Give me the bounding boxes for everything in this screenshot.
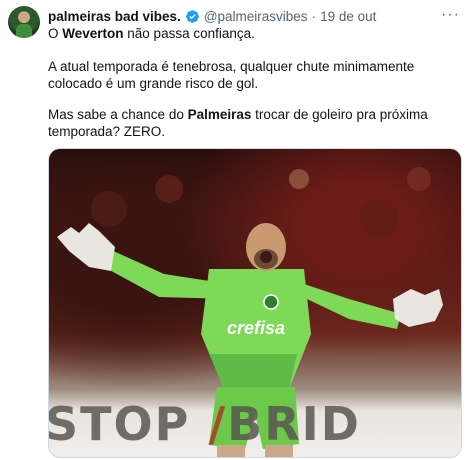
tweet-text-paragraph-3: Mas sabe a chance do Palmeiras trocar de… — [48, 107, 428, 139]
verified-badge-icon — [185, 9, 199, 23]
tweet-photo[interactable]: crefisa STOP /BRID — [48, 148, 462, 458]
mention-palmeiras: Palmeiras — [187, 107, 252, 122]
more-options-icon[interactable]: ··· — [441, 7, 460, 23]
tweet-text-paragraph-2: A atual temporada é tenebrosa, qualquer … — [48, 59, 415, 91]
tweet-header: palmeiras bad vibes. @palmeirasvibes · 1… — [48, 7, 444, 25]
tweet-card[interactable]: palmeiras bad vibes. @palmeirasvibes · 1… — [0, 0, 474, 460]
tweet-date[interactable]: 19 de out — [320, 9, 376, 24]
header-separator: · — [311, 8, 317, 24]
ad-board-text: STOP /BRID — [48, 397, 361, 451]
author-avatar[interactable] — [8, 6, 40, 38]
author-handle[interactable]: @palmeirasvibes — [204, 9, 308, 24]
mention-weverton: Weverton — [62, 26, 124, 41]
author-name[interactable]: palmeiras bad vibes. — [48, 9, 181, 24]
shirt-sponsor-text: crefisa — [227, 318, 285, 338]
tweet-text-paragraph-1: O Weverton não passa confiança. — [48, 26, 255, 41]
